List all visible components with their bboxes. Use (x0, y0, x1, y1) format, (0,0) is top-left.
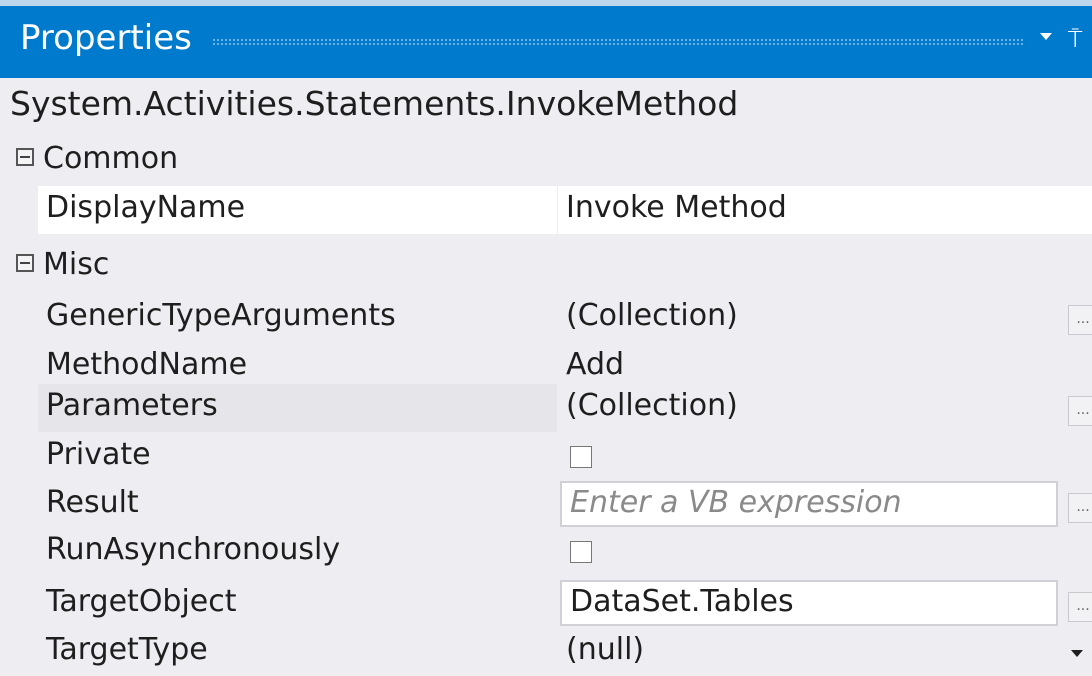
ellipsis-button[interactable]: ... (1068, 592, 1092, 622)
property-name: TargetType (46, 632, 208, 667)
ellipsis-button[interactable]: ... (1068, 396, 1092, 426)
collapse-icon[interactable] (16, 254, 34, 272)
property-row-displayname[interactable]: DisplayName Invoke Method (38, 186, 1092, 234)
collapse-icon[interactable] (16, 148, 34, 166)
property-row-private[interactable]: Private (38, 433, 1092, 481)
property-name: Parameters (38, 384, 557, 432)
ellipsis-button[interactable]: ... (1068, 493, 1092, 523)
targetobject-expression-input[interactable]: DataSet.Tables (560, 580, 1058, 626)
category-misc: Misc (0, 242, 1092, 288)
property-name: RunAsynchronously (46, 532, 341, 567)
category-label: Common (43, 141, 179, 176)
category-common: Common (0, 136, 1092, 182)
property-value[interactable]: (Collection) (558, 294, 1092, 342)
targettype-dropdown[interactable]: (null) (558, 628, 1092, 676)
result-expression-input[interactable]: Enter a VB expression (560, 481, 1058, 527)
window-position-menu-icon[interactable] (1040, 33, 1052, 40)
selected-object-type: System.Activities.Statements.InvokeMetho… (10, 84, 739, 123)
property-name: TargetObject (46, 584, 237, 619)
property-value[interactable]: (Collection) (558, 384, 1092, 432)
property-name: DisplayName (38, 186, 557, 234)
property-value[interactable]: Invoke Method (558, 186, 1092, 234)
property-row-generictypearguments[interactable]: GenericTypeArguments (Collection) (38, 294, 1092, 342)
property-row-targettype[interactable]: TargetType (null) (38, 628, 1092, 676)
property-row-runasynchronously[interactable]: RunAsynchronously (38, 528, 1092, 576)
private-checkbox[interactable] (570, 446, 592, 468)
runasynchronously-checkbox[interactable] (570, 541, 592, 563)
drag-grip[interactable] (212, 38, 1024, 46)
panel-title: Properties (20, 18, 192, 58)
property-name: Result (46, 485, 139, 520)
property-name: GenericTypeArguments (46, 298, 396, 333)
ellipsis-button[interactable]: ... (1068, 305, 1092, 335)
property-row-parameters[interactable]: Parameters (Collection) (38, 384, 1092, 432)
property-name: Private (46, 437, 151, 472)
chevron-down-icon[interactable] (1071, 650, 1083, 657)
category-label: Misc (43, 247, 110, 282)
pin-icon[interactable]: ⍑ (1068, 24, 1082, 54)
properties-title-bar: Properties ⍑ (0, 0, 1092, 78)
